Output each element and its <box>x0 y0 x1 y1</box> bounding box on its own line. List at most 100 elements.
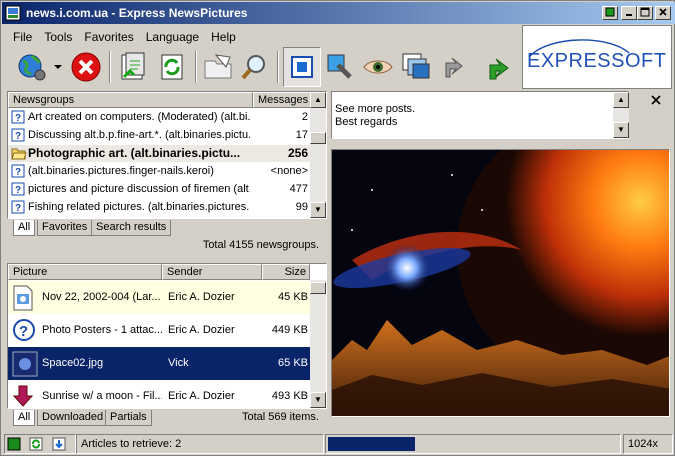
svg-text:?: ? <box>15 203 21 214</box>
message-count: 477 <box>289 183 308 195</box>
newsgroups-scrollbar[interactable]: ▲ ▼ <box>310 92 326 218</box>
newsgroups-tabs: All Favorites Search results <box>13 220 213 238</box>
forward-button[interactable] <box>479 47 517 87</box>
picture-row[interactable]: ? Photo Posters - 1 attac... Eric A. Dozie… <box>8 314 310 347</box>
refresh-small-icon[interactable] <box>28 436 44 452</box>
newsgroup-row[interactable]: ? Art created on computers. (Moderated) (… <box>8 109 310 126</box>
scroll-up-button[interactable]: ▲ <box>613 92 629 108</box>
newsgroup-name: Art created on computers. (Moderated) (a… <box>28 111 250 123</box>
message-count: 99 <box>295 201 308 213</box>
get-newsgroups-button[interactable] <box>115 47 153 87</box>
image-thumb-icon <box>12 351 38 377</box>
picture-sender: Eric A. Dozier <box>168 324 235 336</box>
newsgroup-row[interactable]: Photographic art. (alt.binaries.pictu...… <box>8 145 310 162</box>
message-line-2: Best regards <box>335 116 398 128</box>
picture-size: 45 KB <box>278 291 308 303</box>
toolbar-separator <box>277 51 279 83</box>
maximize-button[interactable] <box>637 6 653 20</box>
close-message-button[interactable] <box>649 93 665 109</box>
tab-partials[interactable]: Partials <box>105 410 152 426</box>
stop-button[interactable] <box>67 47 105 87</box>
download-small-icon[interactable] <box>51 436 67 452</box>
newsgroups-column-header[interactable]: Newsgroups <box>8 92 253 108</box>
minimize-button[interactable] <box>621 6 637 20</box>
space-artwork <box>332 150 669 416</box>
pictures-scrollbar[interactable]: ▼ <box>310 280 326 408</box>
sender-column-header[interactable]: Sender <box>162 264 262 280</box>
fit-frame-icon <box>291 56 313 78</box>
message-preview: See more posts. Best regards ▲ ▼ <box>331 91 629 139</box>
scroll-up-button[interactable]: ▲ <box>310 92 326 108</box>
close-button[interactable] <box>655 6 671 20</box>
tab-favorites[interactable]: Favorites <box>37 220 93 236</box>
picture-sender: Eric A. Dozier <box>168 291 235 303</box>
newsgroup-row[interactable]: ? Fishing related pictures. (alt.binaries… <box>8 199 310 216</box>
search-button[interactable] <box>235 47 273 87</box>
articles-status: Articles to retrieve: 2 <box>76 434 324 454</box>
svg-text:?: ? <box>15 167 21 178</box>
menu-help[interactable]: Help <box>205 27 242 44</box>
size-column-header[interactable]: Size <box>262 264 310 280</box>
scroll-thumb[interactable] <box>310 132 326 144</box>
dropdown-arrow-icon <box>54 65 62 69</box>
preview-button[interactable] <box>359 47 397 87</box>
newsgroup-row[interactable]: ? (alt.binaries.pictures.finger-nails.ker… <box>8 163 310 180</box>
question-doc-icon: ? <box>11 164 25 180</box>
tab-all[interactable]: All <box>13 410 36 426</box>
post-button[interactable] <box>199 47 237 87</box>
minimize-icon <box>626 14 632 16</box>
connect-button[interactable] <box>13 47 51 87</box>
newsgroup-row[interactable]: ? pictures and picture discussion of fire… <box>8 181 310 198</box>
question-circle-icon: ? <box>12 318 36 342</box>
image-preview[interactable] <box>331 149 670 417</box>
question-doc-icon: ? <box>11 182 25 198</box>
menu-file[interactable]: File <box>7 27 38 44</box>
fit-image-button[interactable] <box>283 47 321 87</box>
tab-all[interactable]: All <box>13 220 36 236</box>
svg-text:?: ? <box>15 185 21 196</box>
messages-column-header[interactable]: Messages <box>253 92 311 108</box>
menu-language[interactable]: Language <box>140 27 205 44</box>
back-arrow-icon <box>445 57 463 78</box>
pictures-list: Picture Sender Size Nov 22, 2002-004 (La… <box>7 263 327 409</box>
picture-size: 449 KB <box>271 324 308 336</box>
newsgroups-icon <box>121 52 145 80</box>
expressoft-logo-art: EXPRESSOFT <box>527 39 666 72</box>
tray-button[interactable] <box>602 6 618 20</box>
menu-favorites[interactable]: Favorites <box>78 27 139 44</box>
logo-text: EXPRESSOFT <box>527 50 666 72</box>
picture-row[interactable]: Nov 22, 2002-004 (Lar... Eric A. Dozier 45… <box>8 281 310 314</box>
slideshow-button[interactable] <box>321 47 359 87</box>
message-count: 2 <box>301 111 308 123</box>
picture-name: Space02.jpg <box>42 357 104 369</box>
gallery-button[interactable] <box>397 47 435 87</box>
question-doc-icon: ? <box>11 128 25 144</box>
tab-search-results[interactable]: Search results <box>91 220 172 236</box>
progress-fill <box>328 437 415 451</box>
picture-row[interactable]: Space02.jpg Vick 65 KB <box>8 347 310 380</box>
connect-dropdown[interactable] <box>51 47 65 87</box>
scroll-down-button[interactable]: ▼ <box>310 392 326 408</box>
picture-sender: Eric A. Dozier <box>168 390 235 402</box>
svg-text:?: ? <box>15 113 21 124</box>
picture-row[interactable]: Sunrise w/ a moon - Fil... Eric A. Dozier… <box>8 380 310 413</box>
search-icon <box>241 55 265 80</box>
toolbar-separator <box>195 51 197 83</box>
newsgroup-row[interactable]: ? Discussing alt.b.p.fine-art.*. (alt.bin… <box>8 127 310 144</box>
picture-sender: Vick <box>168 357 189 369</box>
title-bar[interactable]: news.i.com.ua - Express NewsPictures <box>2 2 675 24</box>
scroll-thumb[interactable] <box>310 282 326 294</box>
message-scrollbar[interactable]: ▲ ▼ <box>613 92 629 138</box>
scroll-down-button[interactable]: ▼ <box>310 202 326 218</box>
open-folder-icon <box>11 146 27 162</box>
expressoft-logo: EXPRESSOFT <box>522 25 672 89</box>
picture-column-header[interactable]: Picture <box>8 264 162 280</box>
menu-tools[interactable]: Tools <box>38 27 78 44</box>
status-bar: Articles to retrieve: 2 1024x <box>2 433 675 455</box>
back-button[interactable] <box>433 47 471 87</box>
refresh-button[interactable] <box>153 47 191 87</box>
scroll-down-button[interactable]: ▼ <box>613 122 629 138</box>
tab-downloaded[interactable]: Downloaded <box>37 410 109 426</box>
forward-arrow-icon <box>489 58 509 80</box>
close-icon <box>659 8 667 16</box>
